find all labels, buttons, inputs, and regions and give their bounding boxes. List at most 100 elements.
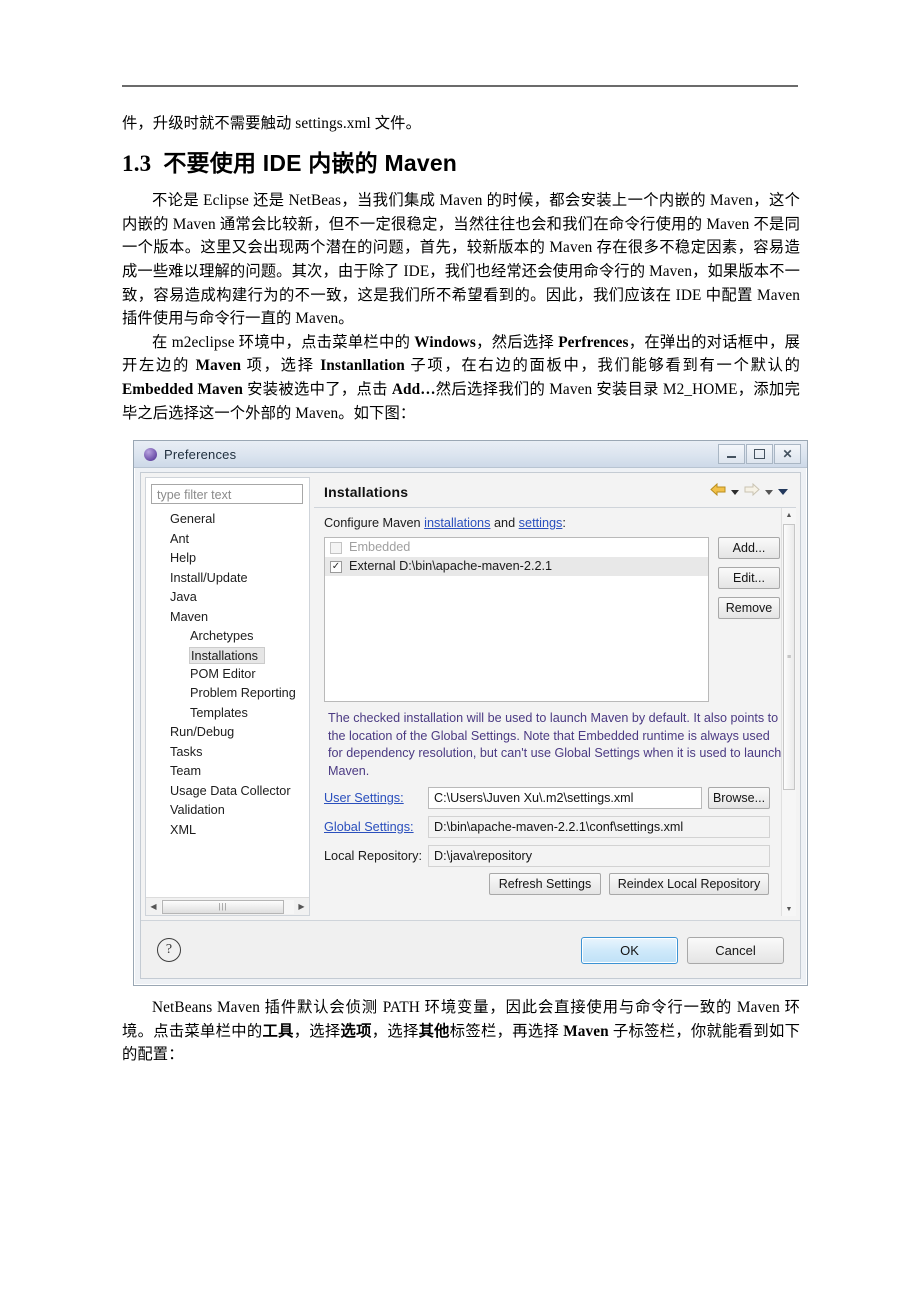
header-rule [122, 85, 798, 87]
panel-body: Configure Maven installations and settin… [314, 508, 796, 916]
forward-dropdown-icon[interactable] [765, 489, 773, 495]
local-repository-row: Local Repository: D:\java\repository [324, 844, 770, 867]
browse-button[interactable]: Browse... [708, 786, 770, 809]
tree-item-general[interactable]: General [146, 510, 309, 530]
refresh-settings-button[interactable]: Refresh Settings [489, 873, 601, 895]
p4-text-2: ，选择 [293, 1022, 341, 1040]
section-heading: 1.3 不要使用 IDE 内嵌的 Maven [122, 150, 800, 178]
user-settings-input[interactable]: C:\Users\Juven Xu\.m2\settings.xml [428, 786, 702, 809]
checkbox-unchecked-icon[interactable] [330, 541, 342, 554]
ok-button[interactable]: OK [581, 936, 678, 964]
dialog-main: type filter text General Ant Help Instal… [141, 473, 800, 921]
settings-section: User Settings: C:\Users\Juven Xu\.m2\set… [324, 786, 770, 895]
panel-vertical-scrollbar[interactable]: ▲ ≡ ▼ [781, 508, 796, 916]
tree-item-maven[interactable]: Maven [146, 608, 309, 628]
panel-title: Installations [324, 484, 409, 500]
local-repository-value: D:\java\repository [428, 844, 770, 867]
tree-item-team[interactable]: Team [146, 762, 309, 782]
panel-menu-icon[interactable] [778, 489, 788, 495]
p3-bold-1: Windows [414, 333, 476, 351]
settings-link[interactable]: settings [519, 516, 563, 530]
back-dropdown-icon[interactable] [731, 489, 739, 495]
installation-note: The checked installation will be used to… [328, 711, 782, 778]
tree-item-tasks[interactable]: Tasks [146, 743, 309, 763]
p4-bold-3: 其他 [418, 1022, 450, 1040]
panel-navigation [710, 482, 788, 501]
preferences-tree: General Ant Help Install/Update Java Mav… [146, 510, 309, 891]
add-button[interactable]: Add... [718, 537, 780, 559]
tree-item-java[interactable]: Java [146, 588, 309, 608]
p3-text-5: 子项，在右边的面板中，我们能够看到有一个默认的 [404, 357, 800, 375]
edit-button[interactable]: Edit... [718, 567, 780, 589]
tree-item-templates[interactable]: Templates [146, 704, 309, 724]
p3-bold-2: Perfrences [558, 333, 629, 351]
document-content: 件，升级时就不需要触动 settings.xml 文件。 1.3 不要使用 IDE… [122, 112, 800, 425]
tree-item-problem-reporting[interactable]: Problem Reporting [146, 684, 309, 704]
tree-hscroll-track[interactable]: ||| [161, 899, 294, 914]
tree-item-xml[interactable]: XML [146, 821, 309, 841]
scroll-right-icon[interactable]: ▶ [294, 899, 309, 914]
back-arrow-icon[interactable] [710, 482, 726, 501]
section-title: 不要使用 IDE 内嵌的 Maven [163, 149, 458, 176]
footer-buttons: OK Cancel [581, 936, 784, 964]
preferences-dialog-screenshot: Preferences ✕ type filter text General A… [133, 440, 808, 986]
p3-bold-4: Instanllation [320, 357, 405, 375]
settings-action-buttons: Refresh Settings Reindex Local Repositor… [324, 873, 769, 895]
tree-item-ant[interactable]: Ant [146, 530, 309, 550]
configure-suffix: : [562, 516, 566, 530]
p4-text-4: 标签栏，再选择 [449, 1022, 564, 1040]
document-content-bottom: NetBeans Maven 插件默认会侦测 PATH 环境变量，因此会直接使用… [122, 996, 800, 1067]
global-settings-value: D:\bin\apache-maven-2.2.1\conf\settings.… [428, 815, 770, 838]
forward-arrow-icon[interactable] [744, 482, 760, 501]
tree-item-pom-editor[interactable]: POM Editor [146, 665, 309, 685]
installation-row-external[interactable]: ✓ External D:\bin\apache-maven-2.2.1 [325, 557, 708, 576]
tree-item-usage-data-collector[interactable]: Usage Data Collector [146, 782, 309, 802]
p3-text-4: 项，选择 [241, 357, 321, 375]
installation-label: External D:\bin\apache-maven-2.2.1 [349, 559, 553, 573]
tree-hscroll-thumb[interactable]: ||| [162, 899, 284, 914]
checkbox-checked-icon[interactable]: ✓ [330, 560, 342, 573]
tree-horizontal-scrollbar[interactable]: ◀ ||| ▶ [146, 897, 309, 915]
local-repository-label: Local Repository: [324, 848, 423, 863]
configure-maven-label: Configure Maven installations and settin… [324, 516, 566, 530]
tree-item-installations[interactable]: Installations [189, 646, 265, 664]
scroll-down-icon[interactable]: ▼ [782, 902, 796, 916]
panel-scroll-thumb[interactable]: ≡ [783, 524, 795, 790]
window-controls: ✕ [718, 444, 801, 464]
installations-link[interactable]: installations [424, 516, 490, 530]
help-icon[interactable]: ? [157, 938, 181, 962]
installations-list[interactable]: Embedded ✓ External D:\bin\apache-maven-… [324, 537, 709, 702]
global-settings-label[interactable]: Global Settings: [324, 820, 428, 834]
p4-bold-4: Maven [563, 1022, 609, 1040]
paragraph-2: 不论是 Eclipse 还是 NetBeas，当我们集成 Maven 的时候，都… [122, 192, 800, 328]
close-button[interactable]: ✕ [774, 444, 801, 464]
maximize-button[interactable] [746, 444, 773, 464]
section-number: 1.3 [122, 150, 152, 176]
p3-bold-3: Maven [195, 357, 242, 375]
user-settings-row: User Settings: C:\Users\Juven Xu\.m2\set… [324, 786, 770, 809]
installations-button-column: Add... Edit... Remove [718, 537, 780, 619]
installation-label: Embedded [349, 540, 411, 554]
p3-text-2: ，然后选择 [475, 333, 559, 351]
remove-button[interactable]: Remove [718, 597, 780, 619]
p3-text-1: 在 m2eclipse 环境中，点击菜单栏中的 [152, 333, 415, 351]
tree-item-help[interactable]: Help [146, 549, 309, 569]
installation-row-embedded[interactable]: Embedded [325, 538, 708, 557]
paragraph-3: 在 m2eclipse 环境中，点击菜单栏中的 Windows，然后选择 Per… [122, 331, 800, 425]
eclipse-icon [144, 447, 157, 461]
tree-item-validation[interactable]: Validation [146, 801, 309, 821]
tree-item-install-update[interactable]: Install/Update [146, 569, 309, 589]
scroll-up-icon[interactable]: ▲ [782, 508, 796, 522]
paragraph-4: NetBeans Maven 插件默认会侦测 PATH 环境变量，因此会直接使用… [122, 996, 800, 1067]
user-settings-label[interactable]: User Settings: [324, 791, 428, 805]
tree-item-archetypes[interactable]: Archetypes [146, 627, 309, 647]
dialog-body: type filter text General Ant Help Instal… [140, 472, 801, 979]
reindex-local-repository-button[interactable]: Reindex Local Repository [609, 873, 769, 895]
tree-item-run-debug[interactable]: Run/Debug [146, 723, 309, 743]
scroll-left-icon[interactable]: ◀ [146, 899, 161, 914]
minimize-button[interactable] [718, 444, 745, 464]
paragraph-1: 件，升级时就不需要触动 settings.xml 文件。 [122, 115, 421, 132]
p3-bold-5: Embedded Maven [122, 380, 244, 398]
cancel-button[interactable]: Cancel [687, 936, 784, 964]
filter-input[interactable]: type filter text [151, 484, 303, 504]
